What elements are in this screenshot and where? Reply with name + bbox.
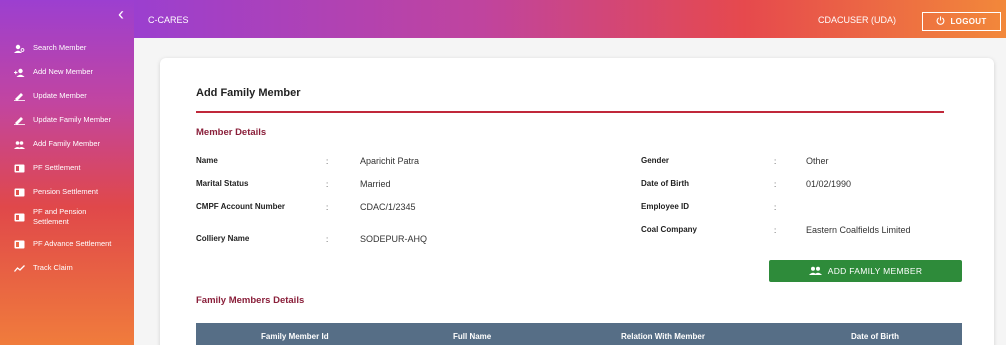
- colliery-name-value: SODEPUR-AHQ: [360, 234, 428, 244]
- sidebar-item-add-new-member[interactable]: Add New Member: [0, 67, 134, 77]
- logout-button[interactable]: LOGOUT: [922, 12, 1001, 31]
- colon: :: [774, 226, 777, 235]
- dob-value: 01/02/1990: [806, 179, 852, 189]
- top-bar: C-CARES CDACUSER (UDA) LOGOUT: [134, 0, 1006, 38]
- colliery-name-label: Colliery Name: [196, 234, 250, 243]
- sidebar-item-add-family-member[interactable]: Add Family Member: [0, 139, 134, 149]
- add-family-member-card: Add Family Member Member Details Name : …: [160, 58, 994, 345]
- dob-label: Date of Birth: [641, 179, 689, 188]
- people-icon: [808, 266, 822, 277]
- sidebar-item-track-claim[interactable]: Track Claim: [0, 263, 134, 273]
- column-header[interactable]: Date of Birth: [851, 332, 899, 341]
- app-title: C-CARES: [148, 15, 189, 25]
- marital-status-value: Married: [360, 179, 391, 189]
- colon: :: [326, 203, 329, 212]
- colon: :: [774, 203, 777, 212]
- coal-company-value: Eastern Coalfields Limited: [806, 225, 911, 235]
- employee-id-label: Employee ID: [641, 202, 690, 211]
- page-title: Add Family Member: [196, 87, 301, 99]
- title-divider: [196, 111, 944, 113]
- cmpf-account-value: CDAC/1/2345: [360, 202, 416, 212]
- colon: :: [326, 180, 329, 189]
- receipt-icon: [14, 213, 25, 222]
- sidebar-item-pf-and-pension-settlement[interactable]: PF and Pension Settlement: [0, 207, 134, 227]
- receipt-icon: [14, 164, 25, 173]
- colon: :: [326, 235, 329, 244]
- add-family-member-button[interactable]: ADD FAMILY MEMBER: [769, 260, 962, 282]
- sidebar-item-pf-advance-settlement[interactable]: PF Advance Settlement: [0, 239, 134, 249]
- gender-label: Gender: [641, 156, 670, 165]
- family-members-heading: Family Members Details: [196, 295, 305, 306]
- member-details-heading: Member Details: [196, 127, 267, 138]
- receipt-icon: [14, 188, 25, 197]
- name-value: Aparichit Patra: [360, 156, 420, 166]
- marital-status-label: Marital Status: [196, 179, 249, 188]
- power-icon: [936, 16, 945, 27]
- receipt-icon: [14, 240, 25, 249]
- people-icon: [14, 140, 25, 149]
- sidebar-item-update-member[interactable]: Update Member: [0, 91, 134, 101]
- colon: :: [774, 180, 777, 189]
- pencil-icon: [14, 116, 25, 125]
- sidebar-item-search-member[interactable]: Search Member: [0, 43, 134, 53]
- gender-value: Other: [806, 156, 829, 166]
- cmpf-account-label: CMPF Account Number: [196, 202, 286, 211]
- chevron-left-icon: ‹: [118, 4, 124, 24]
- trending-icon: [14, 264, 25, 273]
- sidebar-item-pension-settlement[interactable]: Pension Settlement: [0, 187, 134, 197]
- sidebar: ‹ Search Member Add New Member Update Me…: [0, 0, 134, 345]
- column-header[interactable]: Full Name: [453, 332, 491, 341]
- coal-company-label: Coal Company: [641, 225, 698, 234]
- user-name: CDACUSER (UDA): [818, 15, 897, 25]
- sidebar-item-pf-settlement[interactable]: PF Settlement: [0, 163, 134, 173]
- sidebar-collapse-button[interactable]: ‹: [0, 0, 134, 38]
- sidebar-item-update-family-member[interactable]: Update Family Member: [0, 115, 134, 125]
- person-add-icon: [14, 68, 25, 77]
- person-search-icon: [14, 44, 25, 53]
- column-header[interactable]: Family Member Id: [261, 332, 329, 341]
- name-label: Name: [196, 156, 218, 165]
- colon: :: [774, 157, 777, 166]
- pencil-icon: [14, 92, 25, 101]
- column-header[interactable]: Relation With Member: [621, 332, 705, 341]
- colon: :: [326, 157, 329, 166]
- family-members-table-header: Family Member Id Full Name Relation With…: [196, 323, 962, 345]
